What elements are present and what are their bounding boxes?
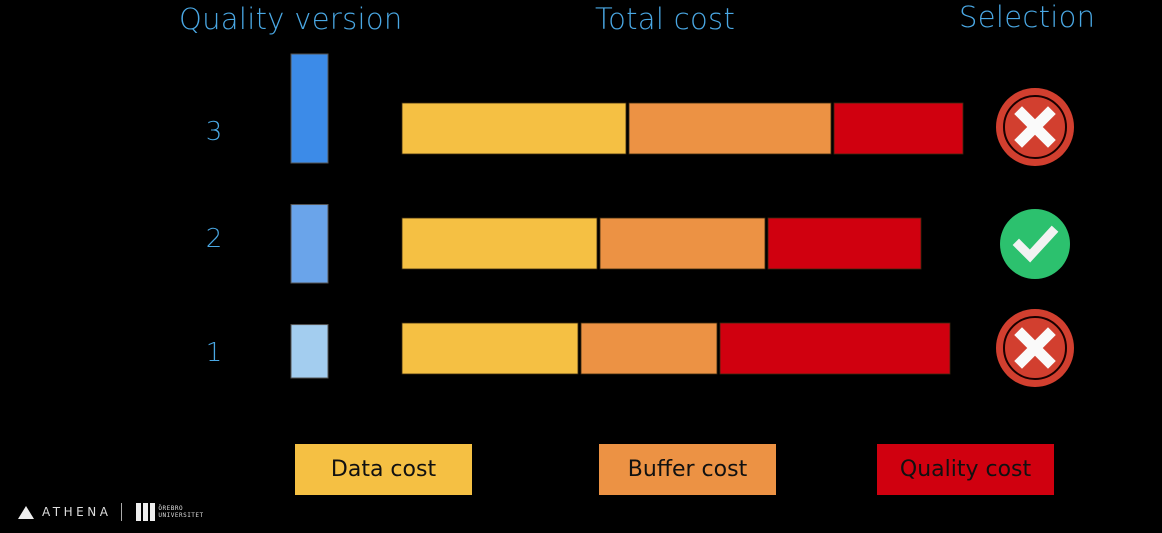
footer-logos: ATHENA ÖREBRO UNIVERSITET (18, 503, 204, 521)
quality-cost-bar-3 (833, 102, 964, 155)
legend-quality-cost-label: Quality cost (899, 457, 1032, 482)
buffer-cost-bar-2 (599, 217, 766, 270)
athena-brand: ATHENA (42, 505, 112, 519)
data-cost-bar-2 (401, 217, 598, 270)
legend-buffer-cost-label: Buffer cost (627, 457, 748, 482)
university-logo-icon (136, 503, 156, 521)
data-cost-bar-3 (401, 102, 627, 155)
university-name-line2: UNIVERSITET (158, 512, 204, 519)
university-name-line1: ÖREBRO (158, 505, 184, 512)
legend-buffer-cost: Buffer cost (599, 444, 776, 495)
legend-data-cost-label: Data cost (330, 457, 437, 482)
quality-version-bar-3 (290, 53, 329, 164)
data-cost-bar-1 (401, 322, 579, 375)
legend-data-cost: Data cost (295, 444, 472, 495)
buffer-cost-bar-3 (628, 102, 832, 155)
athena-logo-icon (18, 505, 34, 519)
quality-cost-bar-1 (719, 322, 951, 375)
quality-version-bar-2 (290, 204, 329, 284)
logo-divider (121, 503, 123, 521)
quality-version-bar-1 (290, 324, 329, 379)
university-name: ÖREBRO UNIVERSITET (158, 505, 203, 519)
legend-quality-cost: Quality cost (877, 444, 1054, 495)
buffer-cost-bar-1 (580, 322, 718, 375)
quality-cost-bar-2 (767, 217, 922, 270)
